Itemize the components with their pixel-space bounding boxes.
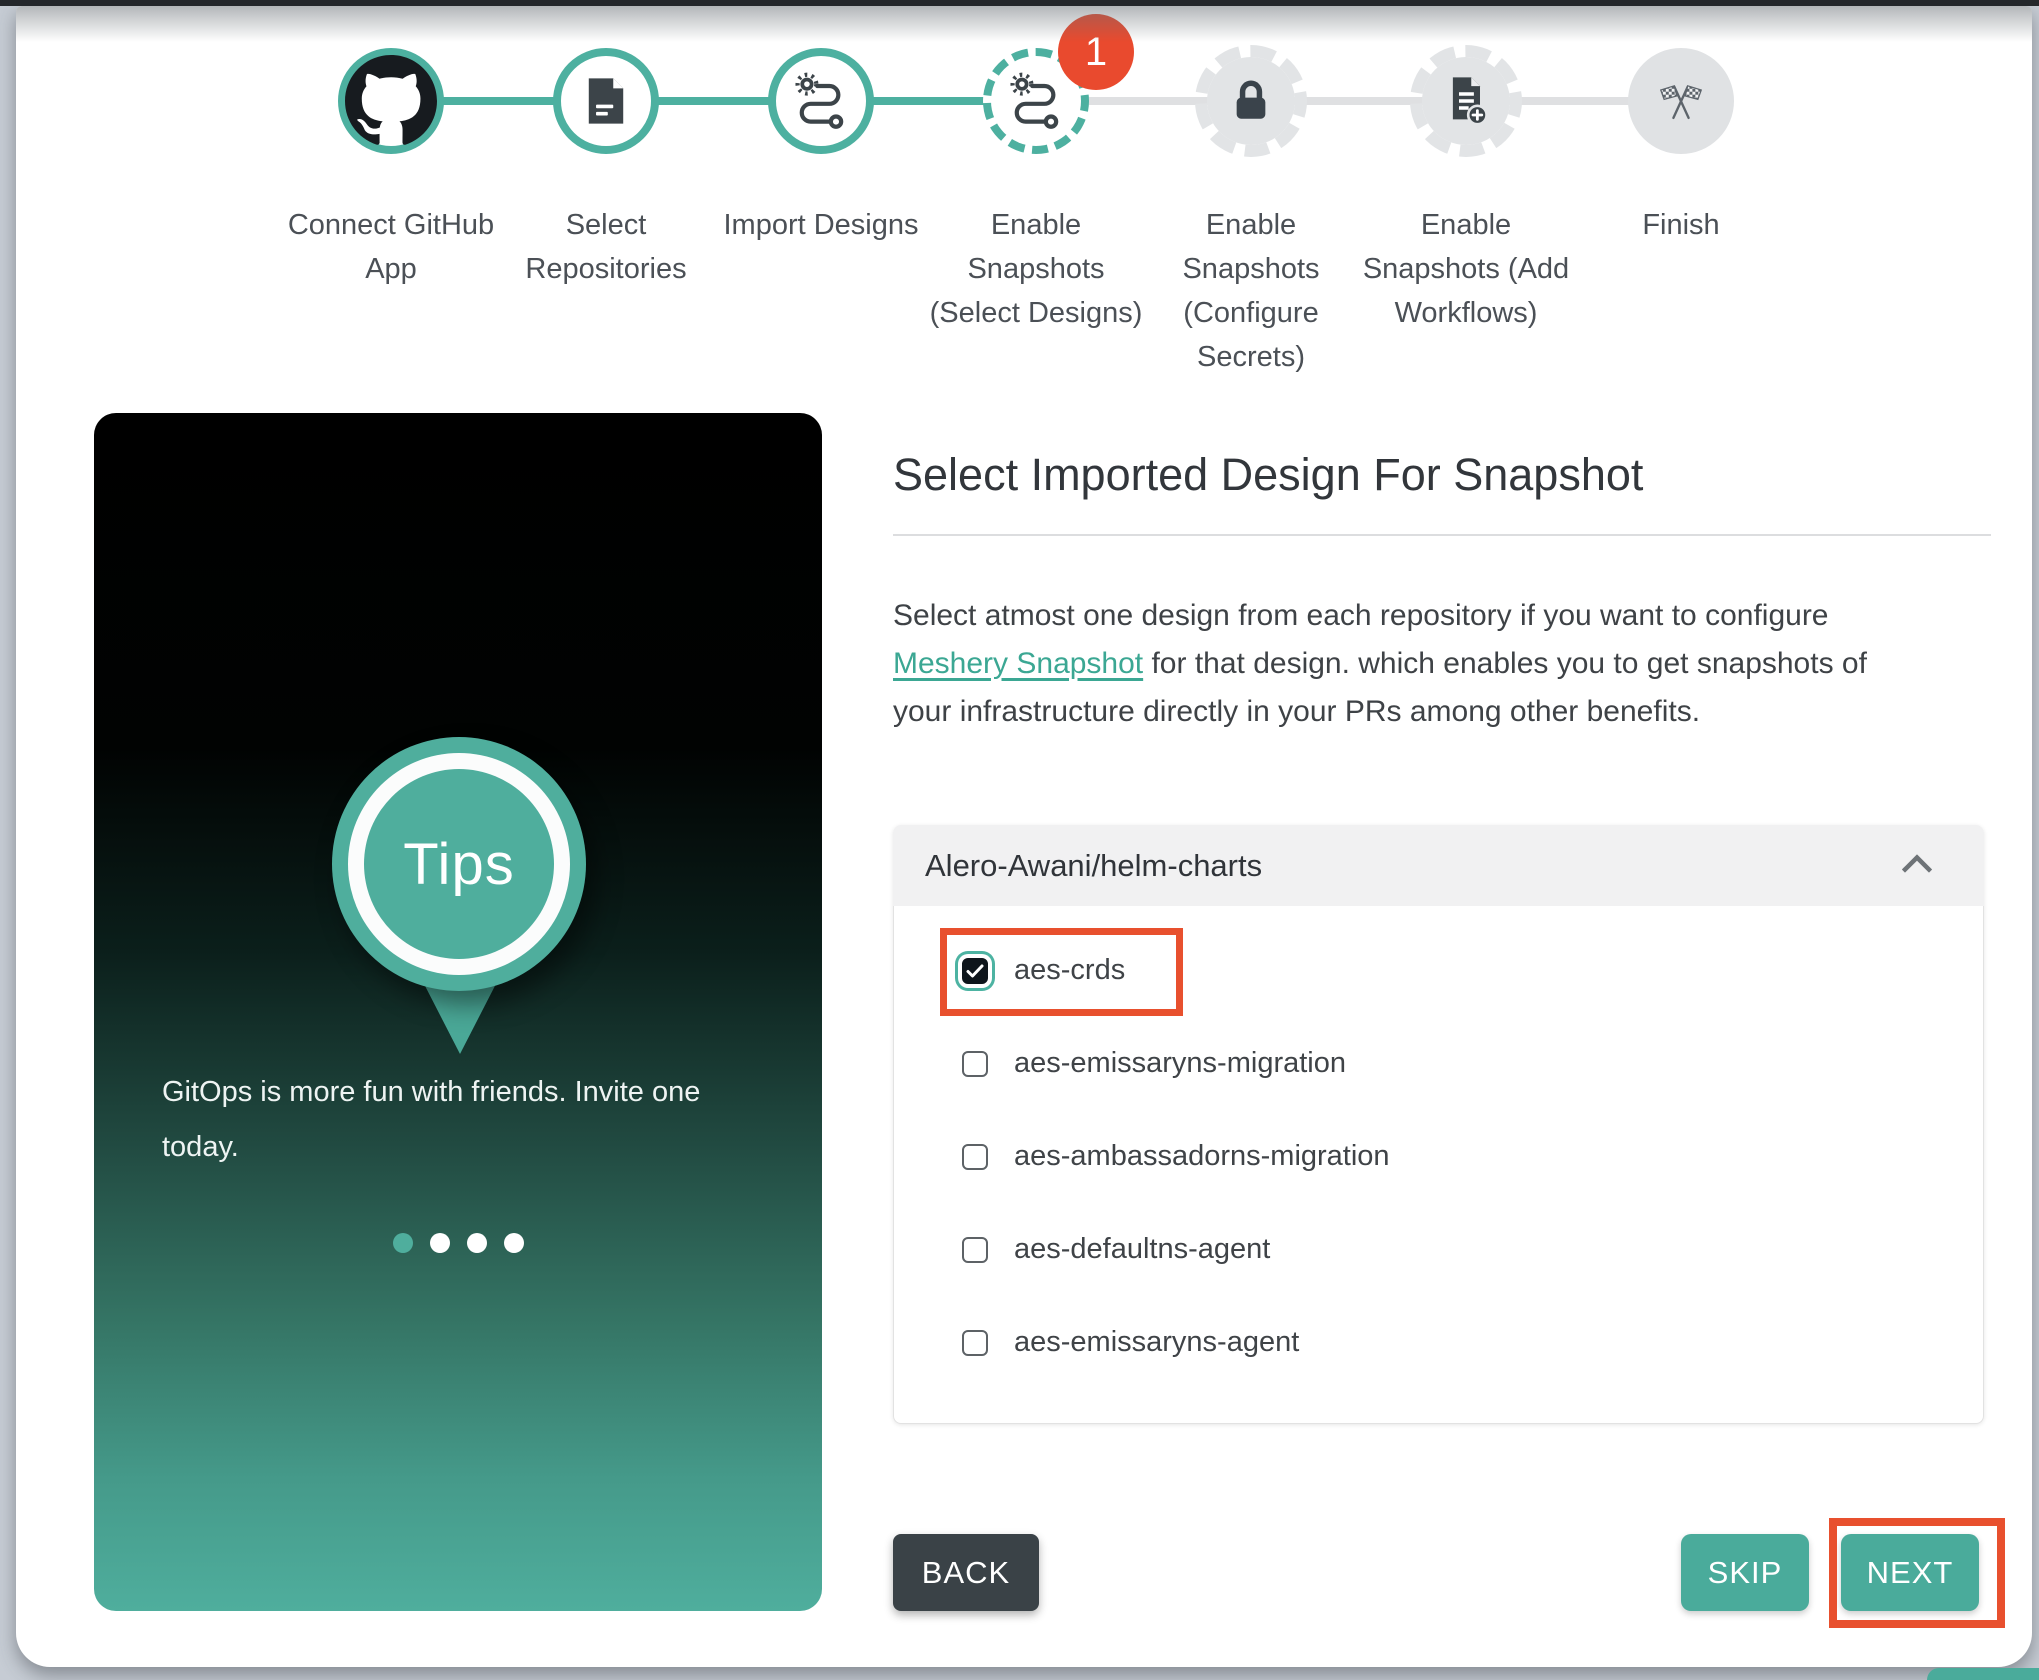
stepper-step-2[interactable] (553, 48, 659, 154)
gitops-setup-modal: Connect GitHub App Select Repositories Impor… (16, 6, 2032, 1667)
design-path-icon (791, 71, 851, 131)
page-title: Select Imported Design For Snapshot (893, 449, 1644, 500)
github-icon (345, 55, 437, 147)
tips-card: Tips GitOps is more fun with friends. In… (94, 413, 822, 1611)
finish-flags-icon (1654, 74, 1708, 128)
stepper-step-5[interactable] (1195, 45, 1307, 157)
title-divider (893, 534, 1991, 536)
lock-icon (1224, 74, 1278, 128)
stepper-step-3[interactable] (768, 48, 874, 154)
tips-pin-core: Tips (364, 769, 554, 959)
design-checkbox[interactable] (962, 1236, 988, 1263)
carousel-dot-1[interactable] (392, 1233, 413, 1253)
next-button[interactable]: NEXT (1841, 1534, 1979, 1611)
description-before-link: Select atmost one design from each repos… (893, 599, 1829, 632)
repository-icon (577, 72, 635, 130)
design-label: aes-crds (1014, 954, 1126, 986)
tips-message: GitOps is more fun with friends. Invite … (162, 1076, 701, 1163)
meshery-snapshot-link[interactable]: Meshery Snapshot (893, 647, 1143, 680)
design-row: aes-crds (894, 924, 1983, 1017)
design-label: aes-ambassadorns-migration (1014, 1140, 1390, 1172)
stepper-step-1[interactable] (338, 48, 444, 154)
back-button[interactable]: BACK (893, 1534, 1039, 1611)
stepper-connector-pending (1036, 97, 1681, 105)
add-document-icon (1438, 73, 1494, 129)
design-label: aes-emissaryns-agent (1014, 1326, 1300, 1358)
carousel-dot-4[interactable] (503, 1233, 524, 1253)
tips-pin-ring: Tips (348, 753, 570, 975)
skip-button[interactable]: SKIP (1681, 1534, 1809, 1611)
repository-name: Alero-Awani/helm-charts (925, 847, 1263, 883)
window-top-edge (0, 0, 2039, 6)
stepper-step-label: Finish (1642, 209, 1720, 241)
design-checkbox[interactable] (962, 1329, 988, 1356)
design-label: aes-emissaryns-migration (1014, 1047, 1346, 1079)
design-row: aes-emissaryns-migration (894, 1017, 1983, 1110)
modal-top-shadow (16, 6, 2032, 42)
design-checkbox[interactable] (962, 1143, 988, 1170)
step-notification-badge: 1 (1058, 14, 1134, 90)
chat-widget-tab[interactable] (1927, 1668, 2039, 1680)
stepper-step-6[interactable] (1410, 45, 1522, 157)
carousel-dot-3[interactable] (466, 1233, 487, 1253)
tips-pin-icon: Tips (332, 737, 586, 991)
stepper-connector-completed (391, 97, 1036, 105)
design-checkbox[interactable] (962, 1050, 988, 1077)
repository-accordion: Alero-Awani/helm-charts aes-crds aes-emis… (893, 825, 1984, 1424)
design-checkbox-checked[interactable] (962, 957, 988, 984)
design-label: aes-defaultns-agent (1014, 1233, 1271, 1265)
design-row: aes-defaultns-agent (894, 1203, 1983, 1296)
carousel-dots (94, 1233, 822, 1253)
design-list: aes-crds aes-emissaryns-migration aes-amba… (893, 906, 1984, 1424)
carousel-dot-2[interactable] (429, 1233, 450, 1253)
design-row: aes-emissaryns-agent (894, 1296, 1983, 1389)
description-text: Select atmost one design from each repos… (893, 592, 1913, 736)
stepper-step-7[interactable] (1628, 48, 1734, 154)
design-row: aes-ambassadorns-migration (894, 1110, 1983, 1203)
chevron-up-icon (1901, 853, 1933, 877)
repository-accordion-header[interactable]: Alero-Awani/helm-charts (893, 825, 1984, 906)
design-path-icon (1006, 71, 1066, 131)
tips-badge-text: Tips (403, 831, 515, 897)
